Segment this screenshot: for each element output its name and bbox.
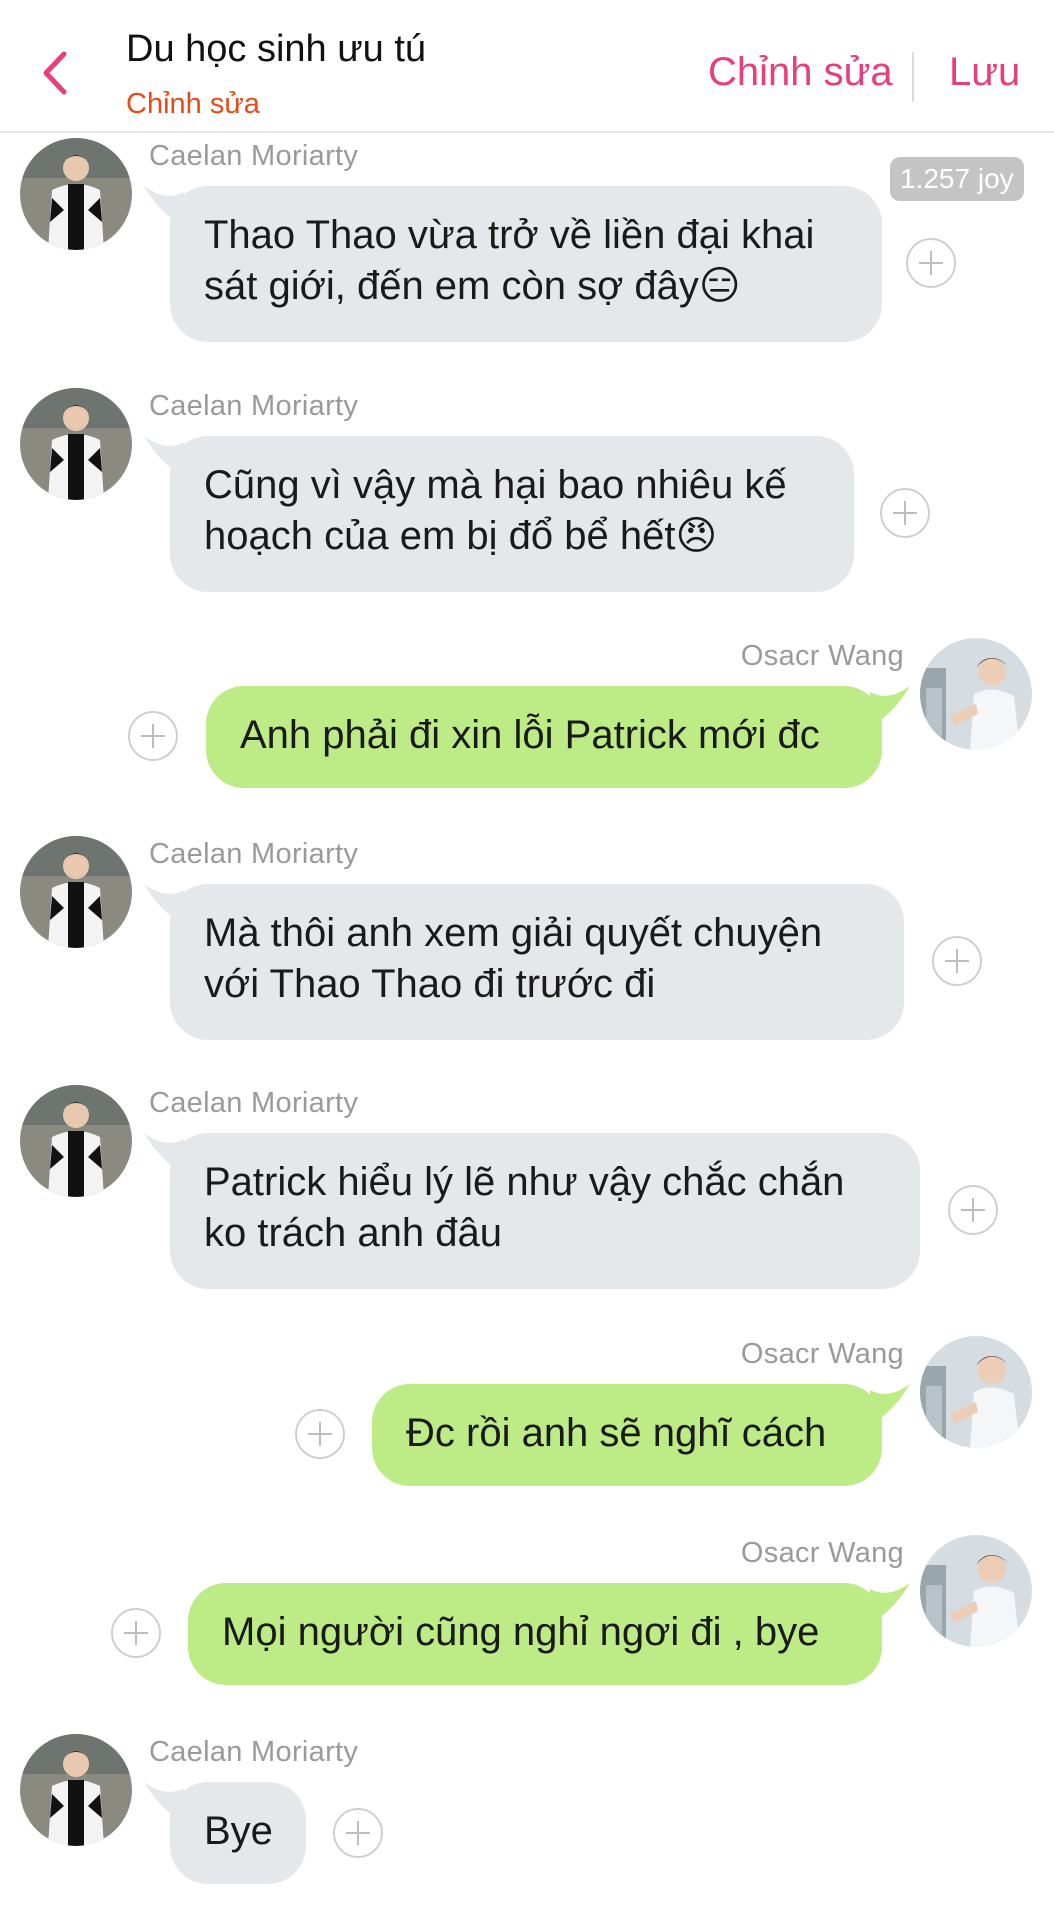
avatar[interactable] bbox=[20, 1734, 132, 1846]
sender-name: Caelan Moriarty bbox=[149, 838, 359, 870]
avatar[interactable] bbox=[920, 1535, 1032, 1647]
header-divider bbox=[912, 52, 914, 102]
message-text-line: ko trách anh đâu bbox=[204, 1211, 502, 1255]
edit-button[interactable]: Chỉnh sửa bbox=[708, 50, 893, 95]
sender-name: Caelan Moriarty bbox=[149, 390, 359, 422]
message-bubble[interactable]: Cũng vì vậy mà hại bao nhiêu kế hoạch củ… bbox=[170, 436, 854, 592]
react-plus-icon[interactable] bbox=[948, 1185, 998, 1235]
sender-name: Osacr Wang bbox=[740, 1338, 904, 1370]
react-plus-icon[interactable] bbox=[880, 488, 930, 538]
avatar[interactable] bbox=[20, 836, 132, 948]
message-row: Caelan Moriarty Patrick hiểu lý lẽ như v… bbox=[0, 1085, 1054, 1289]
message-row: Caelan Moriarty Thao Thao vừa trở về liề… bbox=[0, 138, 1054, 342]
message-row: Osacr Wang Đc rồi anh sẽ nghĩ cách bbox=[0, 1336, 1054, 1486]
message-text-line: Cũng vì vậy mà hại bao nhiêu kế bbox=[204, 463, 787, 507]
react-plus-icon[interactable] bbox=[128, 711, 178, 761]
sender-name: Caelan Moriarty bbox=[149, 1087, 359, 1119]
message-text-line: sát giới, đến em còn sợ đây😑 bbox=[204, 264, 741, 308]
react-plus-icon[interactable] bbox=[333, 1808, 383, 1858]
react-plus-icon[interactable] bbox=[932, 936, 982, 986]
message-row: Caelan Moriarty Bye bbox=[0, 1734, 1054, 1904]
message-text-line: với Thao Thao đi trước đi bbox=[204, 962, 656, 1006]
message-text-line: Thao Thao vừa trở về liền đại khai bbox=[204, 213, 815, 257]
message-row: Osacr Wang Mọi người cũng nghỉ ngơi đi ,… bbox=[0, 1535, 1054, 1685]
message-text-line: Patrick hiểu lý lẽ như vậy chắc chắn bbox=[204, 1160, 845, 1204]
message-text-line: Mà thôi anh xem giải quyết chuyện bbox=[204, 911, 823, 955]
avatar[interactable] bbox=[20, 138, 132, 250]
sender-name: Osacr Wang bbox=[740, 1537, 904, 1569]
chat-title: Du học sinh ưu tú bbox=[126, 28, 427, 70]
avatar[interactable] bbox=[20, 1085, 132, 1197]
sender-name: Osacr Wang bbox=[740, 640, 904, 672]
message-row: Osacr Wang Anh phải đi xin lỗi Patrick m… bbox=[0, 638, 1054, 788]
chat-subtitle[interactable]: Chỉnh sửa bbox=[126, 88, 260, 121]
sender-name: Caelan Moriarty bbox=[149, 1736, 359, 1768]
message-row: Caelan Moriarty Cũng vì vậy mà hại bao n… bbox=[0, 388, 1054, 592]
message-bubble[interactable]: Bye bbox=[170, 1782, 306, 1884]
message-bubble[interactable]: Thao Thao vừa trở về liền đại khai sát g… bbox=[170, 186, 882, 342]
message-text-line: Đc rồi anh sẽ nghĩ cách bbox=[406, 1411, 827, 1455]
chat-header: Du học sinh ưu tú Chỉnh sửa Chỉnh sửa Lư… bbox=[0, 0, 1054, 133]
avatar[interactable] bbox=[20, 388, 132, 500]
message-row: Caelan Moriarty Mà thôi anh xem giải quy… bbox=[0, 836, 1054, 1040]
message-bubble[interactable]: Đc rồi anh sẽ nghĩ cách bbox=[372, 1384, 882, 1486]
avatar[interactable] bbox=[920, 638, 1032, 750]
message-bubble[interactable]: Mọi người cũng nghỉ ngơi đi , bye bbox=[188, 1583, 882, 1685]
react-plus-icon[interactable] bbox=[906, 238, 956, 288]
message-bubble[interactable]: Mà thôi anh xem giải quyết chuyện với Th… bbox=[170, 884, 904, 1040]
react-plus-icon[interactable] bbox=[295, 1409, 345, 1459]
sender-name: Caelan Moriarty bbox=[149, 140, 359, 172]
message-text-line: Mọi người cũng nghỉ ngơi đi , bye bbox=[222, 1610, 820, 1654]
message-text-line: hoạch của em bị đổ bể hết😠 bbox=[204, 514, 718, 558]
message-bubble[interactable]: Patrick hiểu lý lẽ như vậy chắc chắn ko … bbox=[170, 1133, 920, 1289]
save-button[interactable]: Lưu bbox=[949, 50, 1020, 95]
message-text-line: Bye bbox=[204, 1809, 273, 1853]
avatar[interactable] bbox=[920, 1336, 1032, 1448]
back-chevron-icon[interactable] bbox=[38, 50, 72, 96]
message-bubble[interactable]: Anh phải đi xin lỗi Patrick mới đc bbox=[206, 686, 882, 788]
react-plus-icon[interactable] bbox=[111, 1608, 161, 1658]
message-text-line: Anh phải đi xin lỗi Patrick mới đc bbox=[240, 713, 820, 757]
